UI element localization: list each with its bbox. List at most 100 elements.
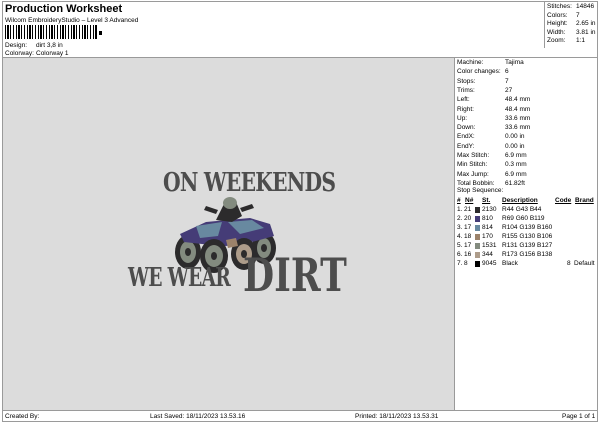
table-row: 7. 8 9045 Black 8 Default xyxy=(455,260,597,268)
created-by: Created By: xyxy=(5,413,40,420)
seq-description: R104 G139 B160 xyxy=(502,224,553,231)
info-value: 61.82ft xyxy=(505,179,525,187)
info-value: 6.9 mm xyxy=(505,152,527,159)
info-label: EndY: xyxy=(457,142,475,150)
seq-header-3: Description xyxy=(502,197,538,204)
machine-info-row: Up: 33.6 mm xyxy=(457,115,530,122)
stat-label: Colors: xyxy=(547,11,568,19)
barcode-image xyxy=(5,25,97,39)
printed-date: Printed: 18/11/2023 13.53.31 xyxy=(355,413,439,420)
page-title: Production Worksheet xyxy=(5,3,123,15)
info-label: Color changes: xyxy=(457,68,501,76)
machine-info-row: Right: 48.4 mm xyxy=(457,106,530,113)
seq-stitches: 810 xyxy=(482,215,493,222)
stat-row: Height: 2.65 in xyxy=(547,20,596,27)
stat-label: Zoom: xyxy=(547,37,566,45)
machine-info-panel: Machine: Tajima Color changes: 6 Stops: 7 Trim… xyxy=(455,58,597,410)
table-row: 3. 17 814 R104 G139 B160 xyxy=(455,224,597,232)
info-label: Machine: xyxy=(457,59,484,66)
color-swatch xyxy=(475,260,480,267)
info-label: Trims: xyxy=(457,86,475,94)
machine-info-row: EndY: 0.00 in xyxy=(457,143,525,150)
info-value: 48.4 mm xyxy=(505,105,531,113)
stat-row: Width: 3.81 in xyxy=(547,29,596,36)
seq-num: 1. xyxy=(457,206,463,213)
seq-description: R69 G60 B119 xyxy=(502,215,545,222)
seq-num: 6. xyxy=(457,251,463,258)
seq-stitches: 9045 xyxy=(482,260,497,267)
seq-num: 7. xyxy=(457,260,463,267)
machine-info-row: Left: 48.4 mm xyxy=(457,96,530,103)
seq-num: 5. xyxy=(457,242,463,249)
seq-stitches: 2130 xyxy=(482,206,497,213)
worksheet-footer: Created By: Last Saved: 18/11/2023 13.53… xyxy=(3,411,597,422)
seq-description: R155 G130 B106 xyxy=(502,233,553,240)
seq-stitches: 1531 xyxy=(482,242,497,249)
machine-info-row: Color changes: 6 xyxy=(457,68,509,75)
info-value: 33.6 mm xyxy=(505,114,531,122)
colorway-label: Colorway: xyxy=(5,50,34,57)
info-label: Down: xyxy=(457,124,476,132)
design-canvas[interactable]: ON WEEKENDS WE WEAR DIRT xyxy=(3,58,454,410)
seq-stitches: 170 xyxy=(482,233,493,240)
info-label: Stops: xyxy=(457,77,476,85)
seq-brand: Default xyxy=(574,260,595,267)
stat-value: 14846 xyxy=(576,3,595,10)
info-value: 27 xyxy=(505,86,513,94)
machine-info-row: Stops: 7 xyxy=(457,78,509,85)
seq-needle: 8 xyxy=(464,260,468,267)
seq-description: R173 G156 B138 xyxy=(502,251,553,258)
seq-num: 3. xyxy=(457,224,463,231)
page-number: Page 1 of 1 xyxy=(562,413,596,420)
seq-header-0: # xyxy=(457,197,461,204)
machine-info-row: Trims: 27 xyxy=(457,87,512,94)
stats-panel: Stitches: 14846 Colors: 7 Height: 2.65 in Widt… xyxy=(545,2,597,46)
info-label: Right: xyxy=(457,105,474,113)
colorway-value: Colorway 1 xyxy=(36,50,69,57)
seq-needle: 20 xyxy=(464,215,472,222)
seq-needle: 17 xyxy=(464,242,472,249)
stat-row: Stitches: 14846 xyxy=(547,3,594,10)
seq-header-1: N# xyxy=(465,197,474,204)
seq-header-2: St. xyxy=(482,197,491,204)
seq-num: 2. xyxy=(457,215,463,222)
seq-description: R44 G43 B44 xyxy=(502,206,542,213)
design-row: Design: dirt 3,8 in xyxy=(5,42,63,49)
color-swatch xyxy=(475,251,480,258)
stat-value: 3.81 in xyxy=(576,28,596,36)
stat-value: 2.65 in xyxy=(576,20,596,28)
info-label: Min Stitch: xyxy=(457,161,488,169)
stat-row: Zoom: 1:1 xyxy=(547,37,585,44)
design-value: dirt 3,8 in xyxy=(36,42,63,49)
seq-stitches: 814 xyxy=(482,224,493,231)
info-label: Up: xyxy=(457,114,468,122)
color-swatch xyxy=(475,224,480,231)
info-value: 6 xyxy=(505,68,509,76)
seq-needle: 21 xyxy=(464,206,472,213)
stat-value: 1:1 xyxy=(576,37,586,45)
stat-row: Colors: 7 xyxy=(547,12,580,19)
art-line-we-wear: WE WEAR xyxy=(128,263,231,293)
table-row: 2. 20 810 R69 G60 B119 xyxy=(455,215,597,223)
art-line-on-weekends: ON WEEKENDS xyxy=(163,168,336,198)
info-label: Left: xyxy=(457,96,470,104)
info-value: 6.9 mm xyxy=(505,170,527,178)
seq-stitches: 344 xyxy=(482,251,493,258)
machine-info-row: Max Stitch: 6.9 mm xyxy=(457,152,527,159)
table-row: 6. 16 344 R173 G156 B138 xyxy=(455,251,597,259)
info-value: 7 xyxy=(505,77,509,85)
seq-header-4: Code xyxy=(555,197,572,204)
art-line-dirt: DIRT xyxy=(243,248,347,302)
seq-description: R131 G139 B127 xyxy=(502,242,553,249)
seq-needle: 18 xyxy=(464,233,472,240)
info-value: 0.3 mm xyxy=(505,161,527,169)
seq-code: 8 xyxy=(567,260,571,267)
machine-info-row: EndX: 0.00 in xyxy=(457,133,525,140)
seq-header-5: Brand xyxy=(575,197,594,204)
info-label: Total Bobbin: xyxy=(457,179,495,187)
color-swatch xyxy=(475,233,480,240)
colorway-row: Colorway: Colorway 1 xyxy=(5,50,69,57)
last-saved: Last Saved: 18/11/2023 13.53.16 xyxy=(150,413,246,420)
info-value: 33.6 mm xyxy=(505,124,531,132)
machine-info-row: Max Jump: 6.9 mm xyxy=(457,171,527,178)
